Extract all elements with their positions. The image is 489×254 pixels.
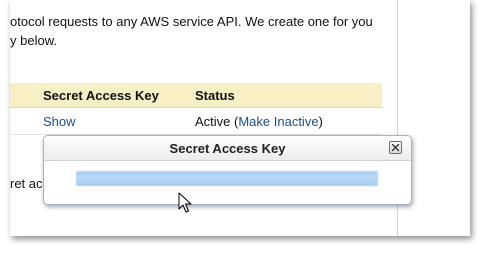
dialog-title: Secret Access Key	[169, 141, 286, 156]
show-secret-key-link[interactable]: Show	[43, 114, 76, 129]
table-row: Show Active (Make Inactive)	[10, 110, 382, 135]
status-text: Active (	[195, 114, 239, 129]
truncated-text: ret ac	[10, 176, 43, 191]
header-status: Status	[195, 88, 235, 103]
make-inactive-link[interactable]: Make Inactive	[238, 114, 318, 129]
intro-paragraph: otocol requests to any AWS service API. …	[10, 12, 390, 50]
dialog-header: Secret Access Key	[44, 136, 411, 161]
arrow-cursor-icon	[178, 192, 192, 213]
intro-line-1: otocol requests to any AWS service API. …	[10, 14, 373, 29]
secret-key-value-redacted[interactable]	[76, 171, 378, 186]
intro-line-2: y below.	[10, 33, 57, 48]
access-keys-table-header: Secret Access Key Status	[10, 83, 382, 108]
close-icon-glyph	[391, 143, 400, 152]
status-cell: Active (Make Inactive)	[195, 114, 323, 129]
status-close-paren: )	[318, 114, 323, 129]
secret-access-key-dialog: Secret Access Key	[43, 135, 412, 205]
close-icon[interactable]	[389, 141, 402, 154]
header-secret-access-key: Secret Access Key	[43, 88, 159, 103]
